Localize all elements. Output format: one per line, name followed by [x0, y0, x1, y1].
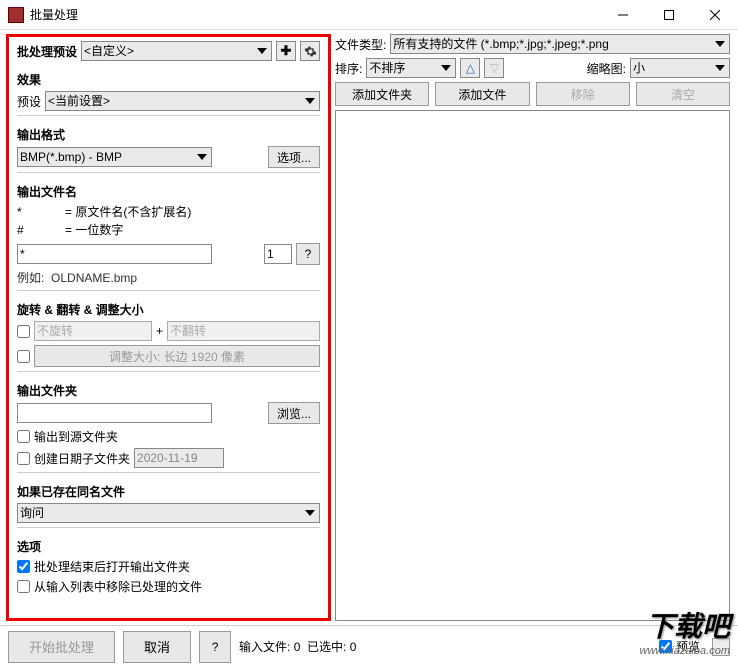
flip-select[interactable]: 不翻转 — [167, 321, 320, 341]
rotate-header: 旋转 & 翻转 & 调整大小 — [17, 301, 320, 318]
output-format-options-button[interactable]: 选项... — [268, 146, 320, 168]
add-preset-button[interactable]: ✚ — [276, 41, 296, 61]
effect-preset-select[interactable]: <当前设置> — [45, 91, 320, 111]
preview-expand-button[interactable] — [712, 638, 730, 656]
file-list[interactable] — [335, 110, 730, 621]
status-selected-count: 已选中: 0 — [307, 638, 356, 655]
rotate-checkbox[interactable] — [17, 325, 30, 338]
resize-button[interactable]: 调整大小: 长边 1920 像素 — [34, 345, 320, 367]
opts-remove-checkbox[interactable] — [17, 580, 30, 593]
outdir-date-checkbox[interactable] — [17, 452, 30, 465]
plus-label: + — [156, 324, 163, 338]
output-format-select[interactable]: BMP(*.bmp) - BMP — [17, 147, 212, 167]
titlebar: 批量处理 — [0, 0, 738, 30]
outdir-source-checkbox[interactable] — [17, 430, 30, 443]
sort-desc-button[interactable]: ▽ — [484, 58, 504, 78]
bottom-bar: 开始批处理 取消 ? 输入文件: 0 已选中: 0 预览 — [0, 625, 738, 667]
right-panel: 文件类型: 所有支持的文件 (*.bmp;*.jpg;*.jpeg;*.png … — [331, 30, 738, 625]
browse-button[interactable]: 浏览... — [268, 402, 320, 424]
gear-icon — [304, 45, 317, 58]
minimize-button[interactable] — [600, 0, 646, 30]
filename-help-button[interactable]: ? — [296, 243, 320, 265]
remove-button[interactable]: 移除 — [536, 82, 630, 106]
app-icon — [8, 7, 24, 23]
preset-settings-button[interactable] — [300, 41, 320, 61]
window-title: 批量处理 — [30, 6, 600, 23]
outdir-input[interactable] — [17, 403, 212, 423]
filename-desc-hash: #= 一位数字 — [17, 221, 320, 239]
filetype-select[interactable]: 所有支持的文件 (*.bmp;*.jpg;*.jpeg;*.png — [390, 34, 730, 54]
effect-header: 效果 — [17, 71, 320, 88]
outdir-source-label: 输出到源文件夹 — [34, 428, 118, 445]
preset-select[interactable]: <自定义> — [81, 41, 272, 61]
start-button[interactable]: 开始批处理 — [8, 631, 115, 663]
add-file-button[interactable]: 添加文件 — [435, 82, 529, 106]
close-button[interactable] — [692, 0, 738, 30]
opts-open-label: 批处理结束后打开输出文件夹 — [34, 558, 190, 575]
thumb-label: 缩略图: — [587, 60, 626, 77]
clear-button[interactable]: 清空 — [636, 82, 730, 106]
thumb-select[interactable]: 小 — [630, 58, 730, 78]
opts-header: 选项 — [17, 538, 320, 555]
resize-checkbox[interactable] — [17, 350, 30, 363]
sort-asc-button[interactable]: △ — [460, 58, 480, 78]
sort-label: 排序: — [335, 60, 362, 77]
exists-header: 如果已存在同名文件 — [17, 483, 320, 500]
outdir-date-label: 创建日期子文件夹 — [34, 450, 130, 467]
outdir-header: 输出文件夹 — [17, 382, 320, 399]
maximize-button[interactable] — [646, 0, 692, 30]
cancel-button[interactable]: 取消 — [123, 631, 191, 663]
preview-checkbox[interactable] — [659, 640, 672, 653]
outdir-date-input[interactable] — [134, 448, 224, 468]
sort-select[interactable]: 不排序 — [366, 58, 456, 78]
help-button[interactable]: ? — [199, 631, 231, 663]
filename-example: 例如: OLDNAME.bmp — [17, 269, 320, 286]
status-input-count: 输入文件: 0 — [239, 638, 300, 655]
preview-label: 预览 — [676, 638, 700, 655]
output-format-header: 输出格式 — [17, 126, 320, 143]
filename-desc-star: *= 原文件名(不含扩展名) — [17, 203, 320, 221]
left-panel: 批处理预设 <自定义> ✚ 效果 预设 <当前设置> 输出格式 BMP(*.bm… — [6, 34, 331, 621]
exists-select[interactable]: 询问 — [17, 503, 320, 523]
opts-remove-label: 从输入列表中移除已处理的文件 — [34, 578, 202, 595]
filename-header: 输出文件名 — [17, 183, 320, 200]
add-folder-button[interactable]: 添加文件夹 — [335, 82, 429, 106]
filename-pattern-input[interactable] — [17, 244, 212, 264]
opts-open-checkbox[interactable] — [17, 560, 30, 573]
preset-label: 批处理预设 — [17, 43, 77, 60]
effect-preset-label: 预设 — [17, 93, 41, 110]
filename-number-input[interactable] — [264, 244, 292, 264]
rotate-select[interactable]: 不旋转 — [34, 321, 152, 341]
filetype-label: 文件类型: — [335, 36, 386, 53]
